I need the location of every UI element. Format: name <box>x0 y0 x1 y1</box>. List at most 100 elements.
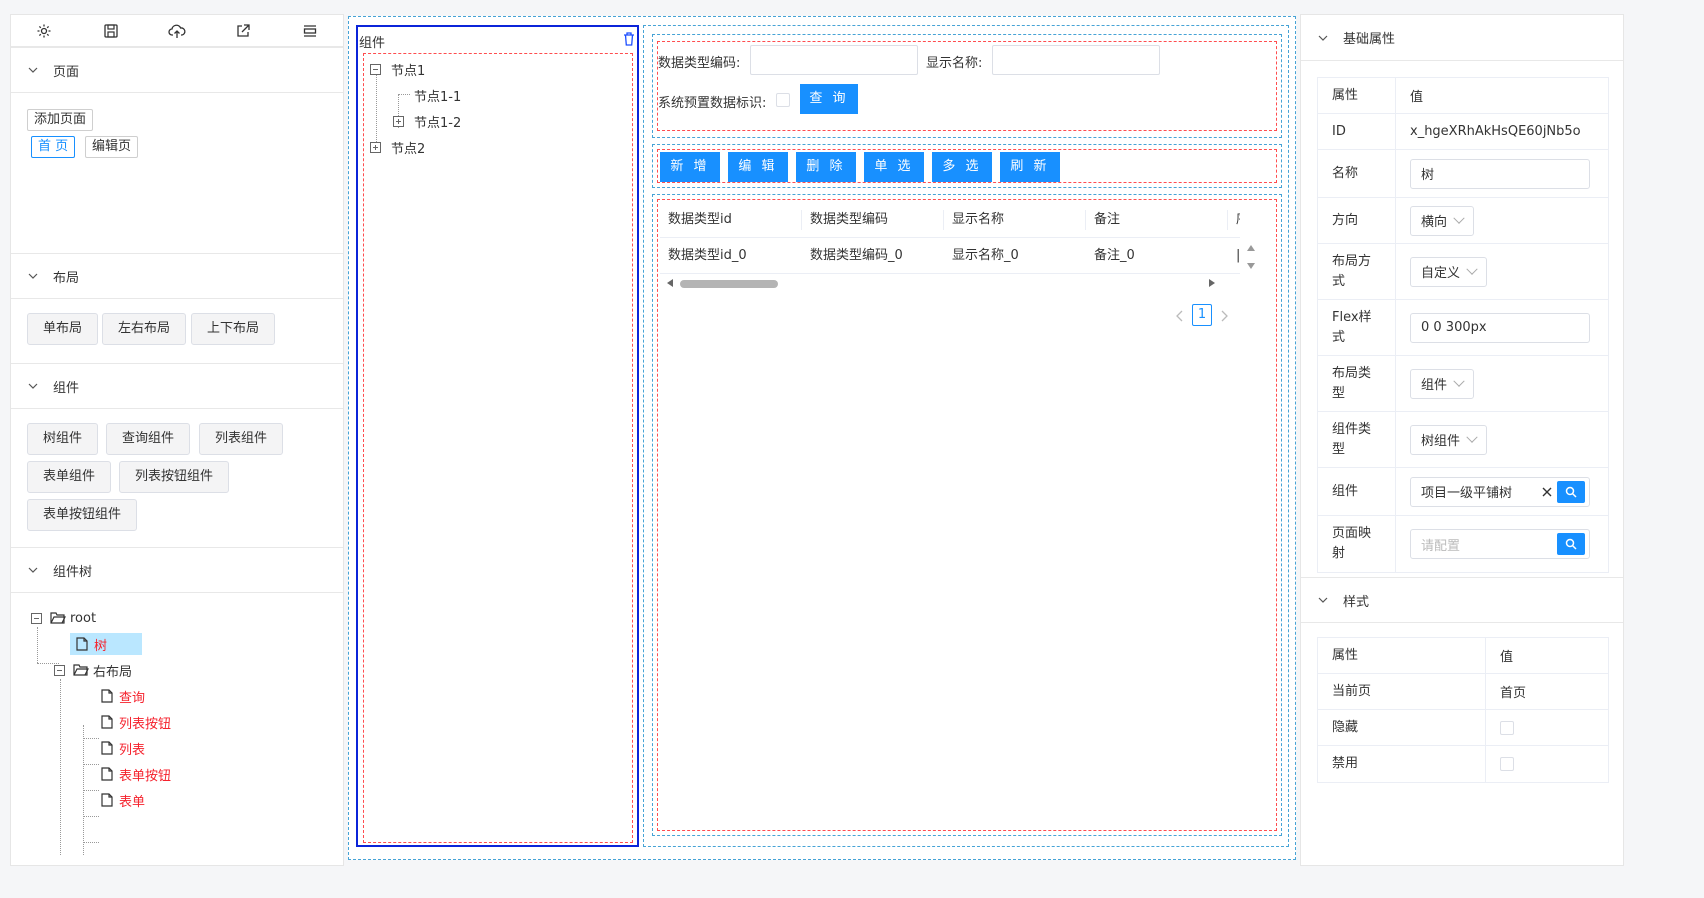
add-page-button[interactable]: 添加页面 <box>27 109 94 131</box>
search-button[interactable] <box>1557 533 1585 555</box>
prop-val: 值 <box>1410 90 1424 105</box>
tree-node-1-2[interactable]: 节点1-2 <box>393 110 461 132</box>
preset-label: 系统预置数据标识: <box>658 96 767 111</box>
tree-node-form-buttons[interactable]: 表单按钮 <box>101 763 171 785</box>
tree-component-panel[interactable]: 组件 节点1 节点1-1 节点1-2 节点2 <box>356 25 639 847</box>
component-tree: root 树 右布局 查询 列表按钮 列表 表单按钮 表单 <box>11 593 343 883</box>
chevron-down-icon <box>1318 597 1328 603</box>
multi-select-button[interactable]: 多 选 <box>932 152 992 182</box>
section-page-body: 添加页面 首 页 编辑页 <box>11 93 343 253</box>
tree-node-list[interactable]: 列表 <box>101 737 145 759</box>
tab-home[interactable]: 首 页 <box>31 136 76 158</box>
tree-node-1[interactable]: 节点1 <box>370 58 425 80</box>
list-component-button[interactable]: 列表组件 <box>199 423 284 455</box>
direction-select[interactable]: 横向 <box>1410 205 1475 236</box>
tab-edit-page[interactable]: 编辑页 <box>85 136 139 158</box>
collapse-icon[interactable] <box>54 664 65 676</box>
expand-icon[interactable] <box>393 115 404 127</box>
disabled-checkbox[interactable] <box>1500 757 1514 771</box>
horizontal-scrollbar-thumb[interactable] <box>680 280 778 288</box>
tree-node-label: 表单按钮 <box>119 768 172 784</box>
tree-node-right-layout[interactable]: 右布局 <box>54 659 132 681</box>
external-link-icon[interactable] <box>234 22 252 40</box>
name-input[interactable] <box>992 45 1160 75</box>
add-button[interactable]: 新 增 <box>660 152 720 182</box>
tree-node-1-1[interactable]: 节点1-1 <box>414 84 461 106</box>
scroll-left-icon[interactable] <box>666 278 674 288</box>
table-row[interactable]: 数据类型id_0 数据类型编码_0 显示名称_0 备注_0 | <box>660 238 1240 274</box>
flex-input[interactable]: 0 0 300px <box>1410 312 1590 343</box>
col-header: 数据类型id <box>660 210 802 230</box>
component-type-select[interactable]: 树组件 <box>1410 424 1488 455</box>
tree-node-2[interactable]: 节点2 <box>370 136 425 158</box>
cloud-upload-icon[interactable] <box>168 22 186 40</box>
query-component-button[interactable]: 查询组件 <box>106 423 191 455</box>
scroll-up-icon[interactable] <box>1246 244 1256 252</box>
prev-page-icon[interactable] <box>1176 310 1184 322</box>
prop-key: 属性 <box>1318 78 1396 113</box>
form-button-component-button[interactable]: 表单按钮组件 <box>27 499 138 531</box>
trash-icon[interactable] <box>623 32 635 46</box>
preset-checkbox[interactable] <box>776 93 790 107</box>
hidden-checkbox[interactable] <box>1500 720 1514 735</box>
single-layout-button[interactable]: 单布局 <box>27 313 99 345</box>
single-select-button[interactable]: 单 选 <box>864 152 924 182</box>
layout-icon[interactable] <box>301 22 319 40</box>
gear-icon[interactable] <box>35 22 53 40</box>
query-button[interactable]: 查 询 <box>800 84 858 114</box>
tree-node-query[interactable]: 查询 <box>101 685 145 707</box>
page-map-picker[interactable]: 请配置 <box>1410 529 1590 559</box>
prop-row-hidden: 隐藏 <box>1318 710 1608 746</box>
name-input[interactable]: 树 <box>1410 158 1590 189</box>
tree-node-root[interactable]: root <box>31 607 96 629</box>
tree-component-button[interactable]: 树组件 <box>27 423 99 455</box>
file-icon <box>101 715 113 729</box>
layout-type-select[interactable]: 组件 <box>1410 368 1475 399</box>
section-layout-header[interactable]: 布局 <box>11 253 343 299</box>
section-component-tree-header[interactable]: 组件树 <box>11 547 343 593</box>
next-page-icon[interactable] <box>1220 310 1228 322</box>
list-block: 数据类型id 数据类型编码 显示名称 备注 序 数据类型id_0 数据类型编码_… <box>652 194 1282 836</box>
layout-mode-select[interactable]: 自定义 <box>1410 256 1488 287</box>
style-header[interactable]: 样式 <box>1301 577 1623 623</box>
tree-node-list-buttons[interactable]: 列表按钮 <box>101 711 171 733</box>
prop-row-current-page: 当前页 首页 <box>1318 674 1608 710</box>
code-input[interactable] <box>750 45 918 75</box>
edit-button[interactable]: 编 辑 <box>728 152 788 182</box>
scroll-right-icon[interactable] <box>1208 278 1216 288</box>
search-button[interactable] <box>1557 480 1585 503</box>
list-buttons-block: 新 增 编 辑 删 除 单 选 多 选 刷 新 <box>652 144 1282 188</box>
top-bottom-layout-button[interactable]: 上下布局 <box>191 313 276 345</box>
section-page-header[interactable]: 页面 <box>11 47 343 93</box>
prop-key: 方向 <box>1318 198 1396 243</box>
tree-node-form[interactable]: 表单 <box>101 789 145 811</box>
basic-properties-table: 属性 值 ID x_hgeXRhAkHsQE60jNb5o 名称 树 方向 横向… <box>1317 77 1609 573</box>
section-title: 组件树 <box>53 564 93 580</box>
basic-properties-header[interactable]: 基础属性 <box>1301 15 1623 61</box>
list-button-component-button[interactable]: 列表按钮组件 <box>119 461 230 493</box>
file-icon <box>101 767 113 781</box>
table-cell: 数据类型id_0 <box>668 248 747 263</box>
col-header: 显示名称 <box>944 210 1086 230</box>
section-component-header[interactable]: 组件 <box>11 363 343 409</box>
table-cell: 显示名称_0 <box>952 248 1019 263</box>
save-icon[interactable] <box>102 22 120 40</box>
scroll-down-icon[interactable] <box>1246 262 1256 270</box>
collapse-icon[interactable] <box>370 63 381 75</box>
prop-row-name: 名称 树 <box>1318 150 1608 198</box>
section-component-body: 树组件 查询组件 列表组件 表单组件 列表按钮组件 表单按钮组件 <box>11 409 343 547</box>
left-right-layout-button[interactable]: 左右布局 <box>102 313 187 345</box>
expand-icon[interactable] <box>370 141 381 153</box>
form-component-button[interactable]: 表单组件 <box>27 461 112 493</box>
chevron-down-icon <box>28 273 38 279</box>
delete-button[interactable]: 删 除 <box>796 152 856 182</box>
refresh-button[interactable]: 刷 新 <box>1000 152 1060 182</box>
collapse-icon[interactable] <box>31 612 42 624</box>
tree-node-label: 右布局 <box>93 664 133 680</box>
clear-icon[interactable] <box>1541 486 1553 498</box>
page-number-button[interactable]: 1 <box>1192 304 1212 326</box>
prop-row-id: ID x_hgeXRhAkHsQE60jNb5o <box>1318 114 1608 150</box>
tree-node-tree-selected[interactable]: 树 <box>70 633 142 655</box>
file-icon <box>101 741 113 755</box>
component-picker[interactable]: 项目一级平铺树 <box>1410 476 1590 507</box>
